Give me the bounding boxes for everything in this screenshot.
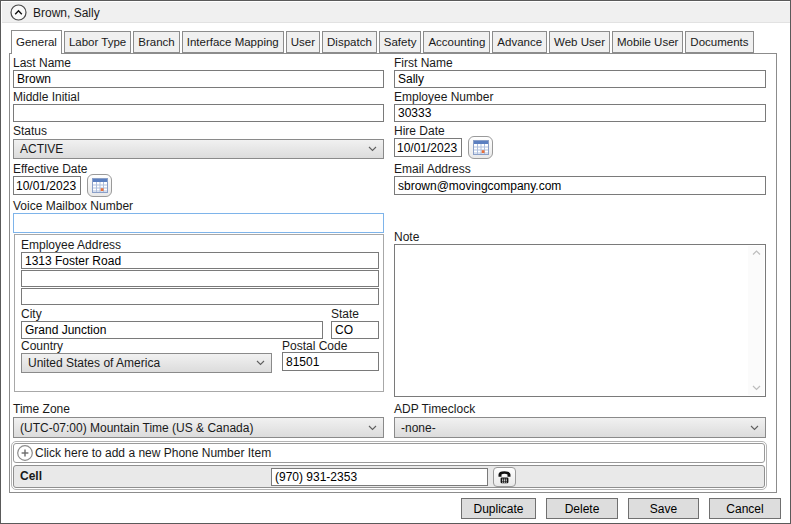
- country-value: United States of America: [22, 356, 256, 370]
- dial-phone-button[interactable]: [493, 467, 516, 487]
- voice-mailbox-label: Voice Mailbox Number: [13, 199, 133, 213]
- time-zone-value: (UTC-07:00) Mountain Time (US & Canada): [14, 421, 368, 435]
- voice-mailbox-input[interactable]: [13, 213, 384, 233]
- first-name-input[interactable]: [394, 70, 766, 88]
- email-label: Email Address: [394, 162, 471, 176]
- phone-type-label: Cell: [20, 469, 42, 483]
- tab-interface-mapping[interactable]: Interface Mapping: [182, 31, 284, 53]
- header-bar: Brown, Sally: [2, 2, 790, 23]
- middle-initial-input[interactable]: [13, 104, 384, 122]
- hire-date-label: Hire Date: [394, 124, 445, 138]
- collapse-icon[interactable]: [10, 4, 27, 21]
- hire-date-input[interactable]: [394, 138, 462, 157]
- chevron-down-icon: [368, 146, 377, 152]
- address-line2-input[interactable]: [21, 270, 379, 287]
- effective-date-calendar-button[interactable]: [87, 174, 112, 197]
- first-name-label: First Name: [394, 56, 453, 70]
- employee-number-input[interactable]: [394, 104, 766, 122]
- phone-number-input[interactable]: [271, 468, 488, 486]
- effective-date-input[interactable]: [13, 176, 81, 195]
- last-name-input[interactable]: [13, 70, 384, 88]
- phone-item-row: Cell: [13, 465, 765, 488]
- address-line3-input[interactable]: [21, 288, 379, 305]
- city-input[interactable]: [21, 321, 323, 339]
- tab-documents[interactable]: Documents: [685, 31, 753, 53]
- tab-labor-type[interactable]: Labor Type: [64, 31, 131, 53]
- middle-initial-label: Middle Initial: [13, 90, 80, 104]
- status-label: Status: [13, 124, 47, 138]
- phone-icon: [497, 470, 512, 484]
- country-label: Country: [21, 339, 63, 353]
- calendar-icon: [92, 178, 108, 193]
- plus-icon: [17, 445, 33, 461]
- state-input[interactable]: [331, 321, 379, 339]
- tab-advance[interactable]: Advance: [492, 31, 547, 53]
- scroll-down-icon[interactable]: [752, 385, 761, 391]
- tab-safety[interactable]: Safety: [379, 31, 422, 53]
- email-input[interactable]: [394, 176, 766, 195]
- tab-general[interactable]: General: [11, 30, 62, 54]
- note-scrollbar[interactable]: [748, 246, 764, 395]
- tab-branch[interactable]: Branch: [133, 31, 179, 53]
- tab-mobile-user[interactable]: Mobile User: [612, 31, 683, 53]
- last-name-label: Last Name: [13, 56, 71, 70]
- duplicate-button[interactable]: Duplicate: [461, 498, 536, 519]
- country-select[interactable]: United States of America: [21, 353, 272, 373]
- save-button[interactable]: Save: [628, 498, 699, 519]
- address-line1-input[interactable]: [21, 252, 379, 269]
- adp-timeclock-label: ADP Timeclock: [394, 402, 475, 416]
- page-title: Brown, Sally: [33, 6, 100, 20]
- calendar-icon: [473, 140, 489, 155]
- tab-web-user[interactable]: Web User: [549, 31, 610, 53]
- effective-date-label: Effective Date: [13, 162, 87, 176]
- postal-code-input[interactable]: [282, 352, 379, 371]
- city-label: City: [21, 307, 42, 321]
- time-zone-label: Time Zone: [13, 402, 70, 416]
- chevron-down-icon: [750, 425, 759, 431]
- hire-date-calendar-button[interactable]: [468, 136, 493, 159]
- postal-code-label: Postal Code: [282, 339, 347, 353]
- employee-window: Brown, Sally General Labor Type Branch I…: [0, 0, 791, 524]
- add-phone-number-row[interactable]: Click here to add a new Phone Number Ite…: [13, 443, 765, 463]
- add-phone-number-label: Click here to add a new Phone Number Ite…: [35, 446, 271, 460]
- employee-number-label: Employee Number: [394, 90, 493, 104]
- adp-timeclock-select[interactable]: -none-: [394, 417, 766, 438]
- employee-address-label: Employee Address: [21, 238, 121, 252]
- delete-button[interactable]: Delete: [546, 498, 618, 519]
- chevron-down-icon: [256, 360, 265, 366]
- note-textarea[interactable]: [394, 244, 766, 397]
- phone-number-list: Click here to add a new Phone Number Ite…: [11, 441, 767, 490]
- state-label: State: [331, 307, 359, 321]
- chevron-down-icon: [368, 425, 377, 431]
- scroll-up-icon[interactable]: [752, 250, 761, 256]
- tab-dispatch[interactable]: Dispatch: [322, 31, 377, 53]
- status-select[interactable]: ACTIVE: [13, 139, 384, 159]
- tab-user[interactable]: User: [286, 31, 320, 53]
- cancel-button[interactable]: Cancel: [709, 498, 781, 519]
- note-label: Note: [394, 230, 419, 244]
- tabstrip: General Labor Type Branch Interface Mapp…: [11, 30, 756, 54]
- time-zone-select[interactable]: (UTC-07:00) Mountain Time (US & Canada): [13, 417, 384, 438]
- status-value: ACTIVE: [14, 142, 368, 156]
- adp-timeclock-value: -none-: [395, 421, 750, 435]
- tab-accounting[interactable]: Accounting: [423, 31, 490, 53]
